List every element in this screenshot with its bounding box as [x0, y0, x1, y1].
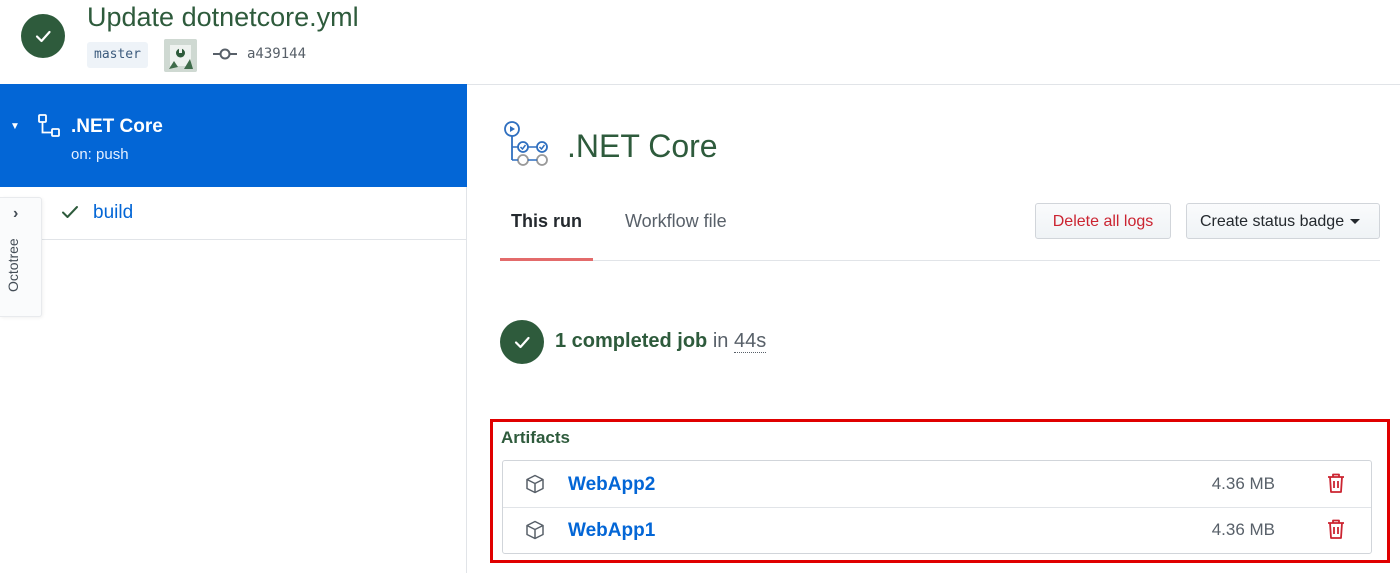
octotree-toggle[interactable]: › Octotree: [0, 197, 42, 317]
job-name: build: [93, 202, 134, 223]
list-item: WebApp1 4.36 MB: [503, 507, 1371, 553]
completed-jobs-count: 1 completed job: [555, 330, 708, 352]
workflow-icon: [37, 114, 61, 143]
caret-down-icon: [1350, 219, 1361, 225]
run-header: Update dotnetcore.yml master a439144: [0, 0, 1400, 85]
sidebar-item-build[interactable]: build: [0, 187, 466, 240]
package-icon: [525, 520, 545, 545]
artifacts-heading: Artifacts: [501, 428, 570, 447]
list-item: WebApp2 4.36 MB: [503, 461, 1371, 508]
workflow-sidebar: ▼ .NET Core on: push build › Octotree: [0, 84, 467, 573]
workflow-graph-icon: [502, 120, 554, 175]
commit-icon: [213, 46, 237, 67]
create-status-badge-button[interactable]: Create status badge: [1186, 203, 1380, 239]
artifact-list: WebApp2 4.36 MB WebApp1 4.36 MB: [502, 460, 1372, 554]
tab-workflow-file[interactable]: Workflow file: [625, 211, 727, 232]
artifacts-section: Artifacts WebApp2 4.36 MB WebApp1 4.36 M…: [490, 419, 1390, 563]
avatar[interactable]: [164, 39, 197, 72]
artifact-size: 4.36 MB: [1211, 474, 1275, 493]
sidebar-item-workflow[interactable]: ▼ .NET Core on: push: [0, 84, 467, 187]
octotree-label: Octotree: [5, 238, 21, 292]
check-icon: [61, 205, 79, 224]
delete-all-logs-button[interactable]: Delete all logs: [1035, 203, 1171, 239]
workflow-name: .NET Core: [71, 116, 163, 137]
chevron-right-icon: ›: [13, 205, 19, 222]
caret-down-icon[interactable]: ▼: [10, 121, 20, 132]
branch-label[interactable]: master: [87, 42, 148, 68]
artifact-link[interactable]: WebApp2: [568, 474, 655, 496]
summary-in: in: [712, 330, 729, 352]
trash-icon[interactable]: [1327, 519, 1345, 544]
package-icon: [525, 474, 545, 499]
tab-this-run[interactable]: This run: [500, 211, 593, 261]
status-badge-label: Create status badge: [1200, 213, 1345, 230]
page-title: .NET Core: [567, 128, 718, 164]
success-status-icon: [500, 320, 544, 364]
artifact-size: 4.36 MB: [1211, 520, 1275, 539]
run-duration: 44s: [733, 330, 767, 353]
success-status-icon: [21, 14, 65, 58]
run-title: Update dotnetcore.yml: [87, 2, 359, 32]
artifact-link[interactable]: WebApp1: [568, 520, 655, 542]
workflow-trigger: on: push: [71, 146, 129, 163]
trash-icon[interactable]: [1327, 473, 1345, 498]
run-summary: 1 completed job in 44s: [555, 330, 767, 353]
commit-sha-link[interactable]: a439144: [247, 46, 306, 62]
